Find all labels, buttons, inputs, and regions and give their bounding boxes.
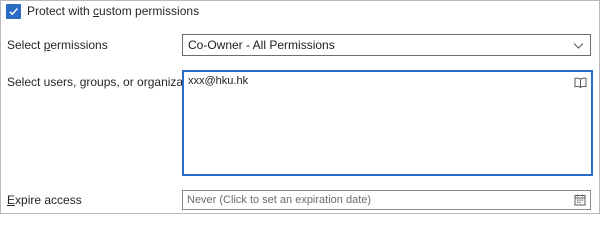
chevron-down-icon <box>573 43 584 49</box>
permissions-select[interactable]: Co-Owner - All Permissions <box>182 34 591 56</box>
calendar-icon[interactable] <box>574 194 586 206</box>
expire-label: Expire access <box>7 193 82 207</box>
protect-checkbox[interactable] <box>6 3 21 19</box>
expire-date-field[interactable]: Never (Click to set an expiration date) <box>182 190 591 210</box>
permissions-selected-value: Co-Owner - All Permissions <box>188 38 335 52</box>
users-value: xxx@hku.hk <box>188 75 249 87</box>
checkmark-icon <box>9 7 18 15</box>
permissions-label: Select permissions <box>7 38 108 52</box>
users-textarea[interactable]: xxx@hku.hk <box>182 70 593 176</box>
expire-placeholder: Never (Click to set an expiration date) <box>187 194 372 206</box>
protect-label[interactable]: Protect with custom permissions <box>27 4 199 18</box>
address-book-icon[interactable] <box>574 77 587 88</box>
users-label: Select users, groups, or organizations <box>7 75 209 89</box>
protect-row: Protect with custom permissions <box>6 3 199 19</box>
